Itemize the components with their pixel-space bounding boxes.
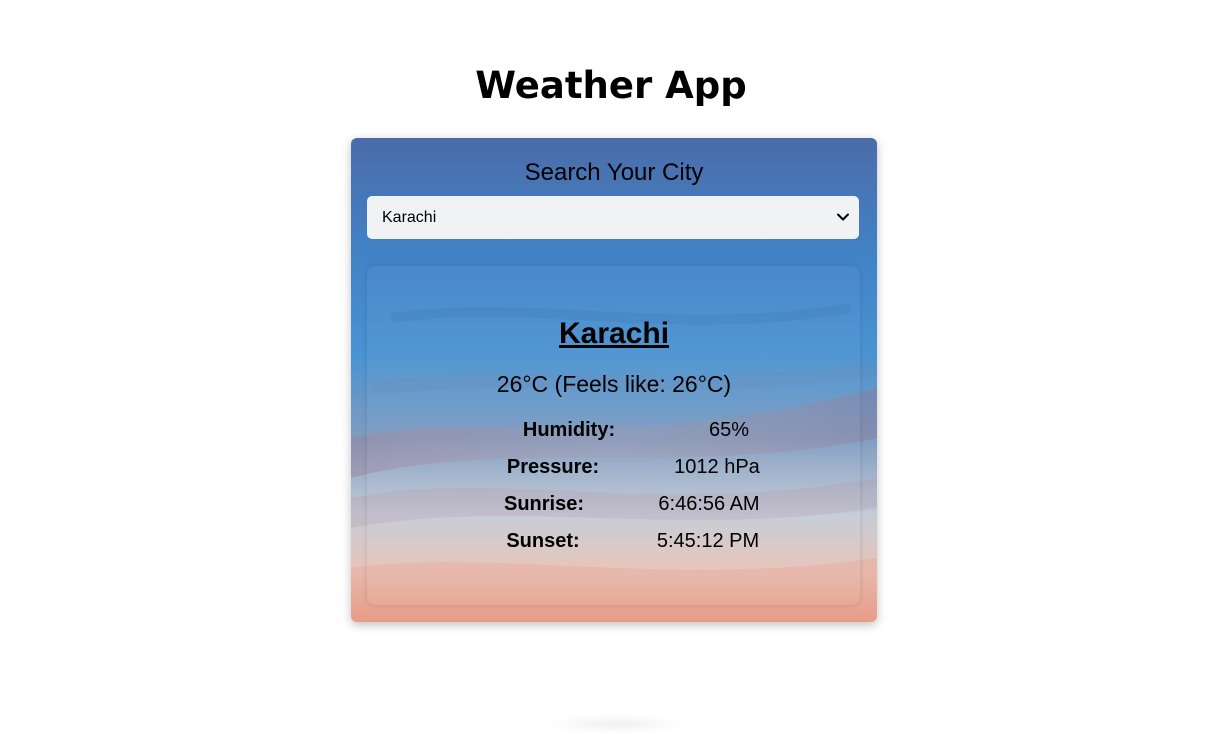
city-select[interactable]: Karachi [367, 196, 859, 239]
stat-value: 5:45:12 PM [656, 530, 760, 552]
city-name: Karachi [558, 317, 670, 350]
stat-label: Sunset: [506, 530, 580, 552]
city-select-value: Karachi [382, 209, 437, 226]
weather-stats: Humidity: 65% Pressure: 1012 hPa Sunrise… [351, 416, 877, 564]
weather-card: Search Your City Karachi Karachi 26°C (F… [351, 138, 877, 622]
stat-row-sunset: Sunset: 5:45:12 PM [351, 527, 877, 564]
footer-shadow [540, 714, 690, 734]
stat-value: 1012 hPa [674, 456, 760, 478]
search-heading: Search Your City [524, 159, 704, 186]
temperature-line: 26°C (Feels like: 26°C) [496, 371, 732, 397]
stat-value: 65% [708, 419, 750, 441]
stat-row-humidity: Humidity: 65% [351, 416, 877, 453]
chevron-down-icon [837, 213, 849, 221]
stat-row-sunrise: Sunrise: 6:46:56 AM [351, 490, 877, 527]
page-title: Weather App [475, 64, 747, 107]
stat-label: Pressure: [506, 456, 600, 478]
stat-value: 6:46:56 AM [658, 493, 760, 515]
stat-label: Sunrise: [503, 493, 585, 515]
stat-row-pressure: Pressure: 1012 hPa [351, 453, 877, 490]
